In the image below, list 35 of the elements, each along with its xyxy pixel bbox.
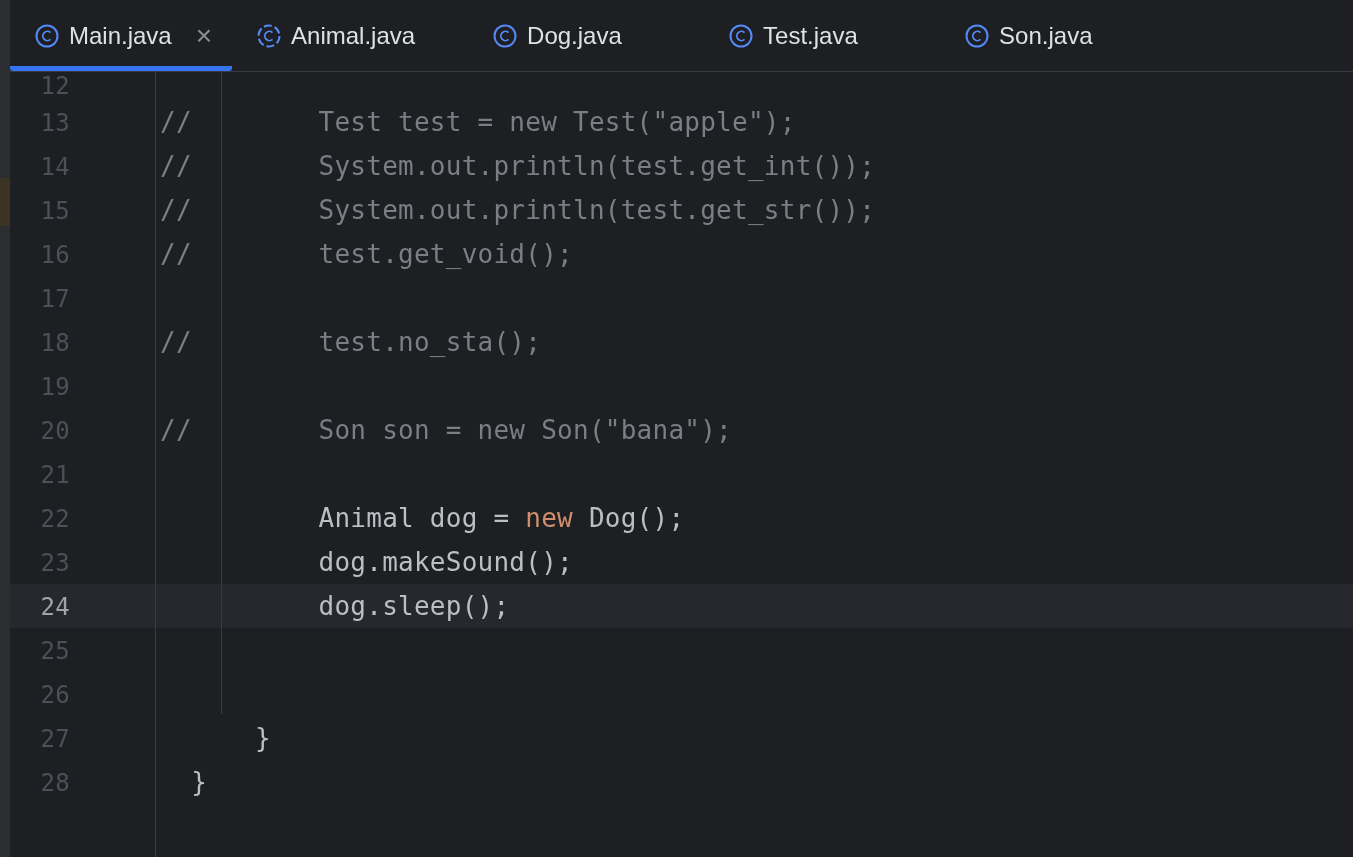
code-text: test.no_sta(); (318, 327, 542, 357)
comment-mark: // (160, 151, 192, 181)
tab-label: Son.java (999, 21, 1093, 50)
abstract-class-icon (257, 23, 282, 48)
editor-tab[interactable]: Test.java (704, 0, 941, 71)
class-icon (35, 23, 59, 48)
line-number: 24 (40, 593, 70, 621)
comment-mark: // (160, 107, 192, 137)
code-text: test.get_void(); (318, 239, 573, 269)
code-text: Animal dog = new Dog(); (318, 503, 685, 533)
comment-mark: // (160, 195, 192, 225)
tool-window-marker (0, 178, 10, 226)
code-text: dog.sleep(); (318, 591, 510, 621)
tab-label: Animal.java (291, 21, 416, 50)
code-text: dog.makeSound(); (318, 547, 573, 577)
tab-label: Test.java (763, 21, 858, 50)
class-icon (965, 23, 990, 48)
editor-tab[interactable]: Animal.java (232, 0, 469, 71)
code-text: } (191, 767, 208, 797)
code-text: } (254, 723, 271, 753)
editor-tab[interactable]: Main.java × (10, 0, 233, 71)
comment-mark: // (160, 327, 192, 357)
class-icon (729, 23, 754, 48)
tab-label: Dog.java (527, 21, 622, 50)
class-icon (493, 23, 518, 48)
comment-mark: // (160, 239, 192, 269)
editor-tab[interactable]: Son.java (940, 0, 1141, 71)
tab-label: Main.java (69, 21, 172, 50)
close-icon[interactable]: × (195, 19, 213, 52)
comment-mark: // (160, 415, 192, 445)
code-text: Son son = new Son("bana"); (318, 415, 733, 445)
code-text: Test test = new Test("apple"); (318, 107, 796, 137)
editor-tab[interactable]: Dog.java (468, 0, 705, 71)
code-text: System.out.println(test.get_int()); (318, 151, 876, 181)
code-text: System.out.println(test.get_str()); (318, 195, 876, 225)
